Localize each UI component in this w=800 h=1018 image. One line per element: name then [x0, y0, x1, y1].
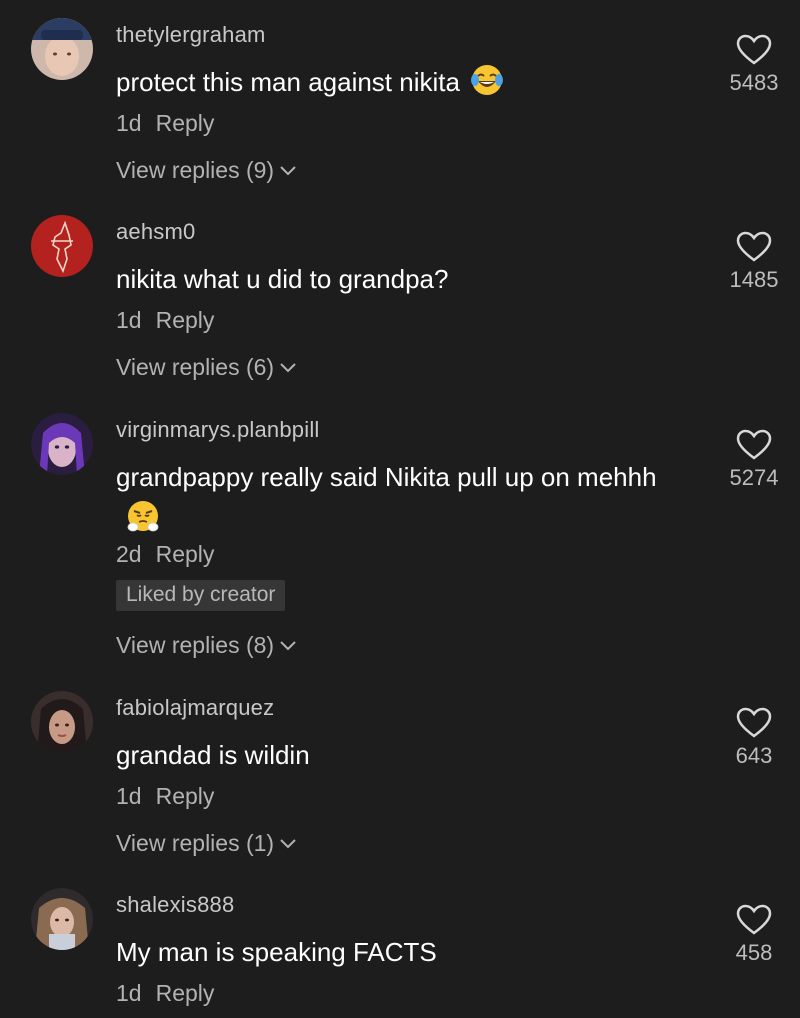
avatar[interactable]	[31, 215, 93, 277]
like-count: 5483	[729, 70, 779, 95]
heart-icon	[736, 429, 772, 460]
reply-button[interactable]: Reply	[156, 980, 215, 1006]
like-button[interactable]: 5274	[722, 429, 786, 491]
view-replies-label: View replies (9)	[116, 157, 275, 183]
comment-meta: 1d Reply	[116, 110, 214, 137]
avatar[interactable]	[31, 888, 93, 950]
chevron-down-icon	[280, 641, 296, 651]
comment-text-body: My man is speaking FACTS	[116, 937, 437, 967]
comment-text: My man is speaking FACTS	[116, 932, 676, 973]
view-replies-label: View replies (1)	[116, 830, 275, 856]
comment-text-body: grandpappy really said Nikita pull up on…	[116, 462, 657, 492]
heart-icon	[736, 904, 772, 935]
comment-username[interactable]: shalexis888	[116, 892, 234, 918]
comment-age: 1d	[116, 980, 142, 1006]
view-replies-label: View replies (8)	[116, 632, 275, 658]
comment-text-body: nikita what u did to grandpa?	[116, 264, 449, 294]
avatar[interactable]	[31, 691, 93, 753]
comment-age: 1d	[116, 307, 142, 333]
comment-text: protect this man against nikita	[116, 62, 676, 103]
comment-text: grandad is wildin	[116, 735, 676, 776]
comment-text: grandpappy really said Nikita pull up on…	[116, 457, 676, 539]
comment-meta: 1d Reply	[116, 980, 214, 1007]
heart-icon	[736, 707, 772, 738]
view-replies-button[interactable]: View replies (8)	[116, 632, 296, 659]
face-with-tears-of-joy-icon	[470, 65, 503, 95]
like-count: 5274	[729, 465, 779, 490]
comment-age: 1d	[116, 783, 142, 809]
liked-by-creator-badge: Liked by creator	[116, 580, 286, 611]
comment-username[interactable]: fabiolajmarquez	[116, 695, 274, 721]
view-replies-button[interactable]: View replies (9)	[116, 157, 296, 184]
comment-username[interactable]: aehsm0	[116, 219, 195, 245]
like-button[interactable]: 5483	[722, 34, 786, 96]
view-replies-button[interactable]: View replies (1)	[116, 830, 296, 857]
comment-username[interactable]: thetylergraham	[116, 22, 266, 48]
face-with-steam-from-nose-icon	[127, 501, 159, 532]
heart-icon	[736, 34, 772, 65]
chevron-down-icon	[280, 839, 296, 849]
like-count: 643	[735, 743, 773, 768]
like-button[interactable]: 1485	[722, 231, 786, 293]
comment-meta: 1d Reply	[116, 783, 214, 810]
avatar[interactable]	[31, 18, 93, 80]
reply-button[interactable]: Reply	[156, 783, 215, 809]
chevron-down-icon	[280, 363, 296, 373]
comment-text-body: grandad is wildin	[116, 740, 310, 770]
reply-button[interactable]: Reply	[156, 307, 215, 333]
comment-age: 1d	[116, 110, 142, 136]
like-button[interactable]: 643	[722, 707, 786, 769]
reply-button[interactable]: Reply	[156, 541, 215, 567]
comment-meta: 2d Reply	[116, 541, 214, 568]
view-replies-label: View replies (6)	[116, 354, 275, 380]
comment-text-body: protect this man against nikita	[116, 67, 460, 97]
comment-text: nikita what u did to grandpa?	[116, 259, 676, 300]
chevron-down-icon	[280, 166, 296, 176]
comment-age: 2d	[116, 541, 142, 567]
like-count: 458	[735, 940, 773, 965]
view-replies-button[interactable]: View replies (6)	[116, 354, 296, 381]
heart-icon	[736, 231, 772, 262]
reply-button[interactable]: Reply	[156, 110, 215, 136]
comment-username[interactable]: virginmarys.planbpill	[116, 417, 320, 443]
avatar[interactable]	[31, 413, 93, 475]
like-button[interactable]: 458	[722, 904, 786, 966]
like-count: 1485	[729, 267, 779, 292]
comment-meta: 1d Reply	[116, 307, 214, 334]
